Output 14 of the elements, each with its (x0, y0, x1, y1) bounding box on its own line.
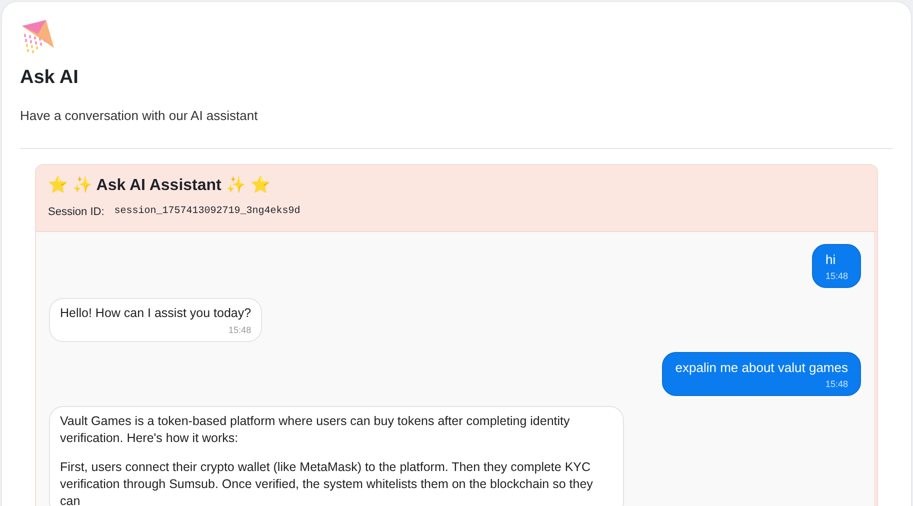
message-text: Vault Games is a token-based platform where users can buy tokens after completing identity verification. Here's how it works: (60, 413, 571, 447)
page-subtitle: Have a conversation with our AI assistant (20, 107, 259, 125)
logo-icon (20, 18, 56, 54)
session-id: session_1757413092719_3ng4eks9d (113, 204, 302, 220)
session-label: Session ID: (48, 204, 104, 220)
message-time: 15:48 (228, 325, 252, 336)
message-text: hi (825, 251, 837, 268)
message-time: 15:48 (824, 379, 848, 390)
message-text: expalin me about valut games (675, 359, 848, 376)
message-text: First, users connect their crypto wallet (like MetaMask) to the platform. Then they complete KYC verification through Sumsub. Once verified, the system whitelists them on the blockchain so they can (60, 459, 594, 506)
message-text: Hello! How can I assist you today? (60, 305, 252, 322)
message-time: 15:48 (825, 271, 848, 282)
chat-title: ⭐ ✨ Ask AI Assistant ✨ ⭐ (48, 176, 272, 196)
page-title: Ask AI (20, 66, 80, 90)
